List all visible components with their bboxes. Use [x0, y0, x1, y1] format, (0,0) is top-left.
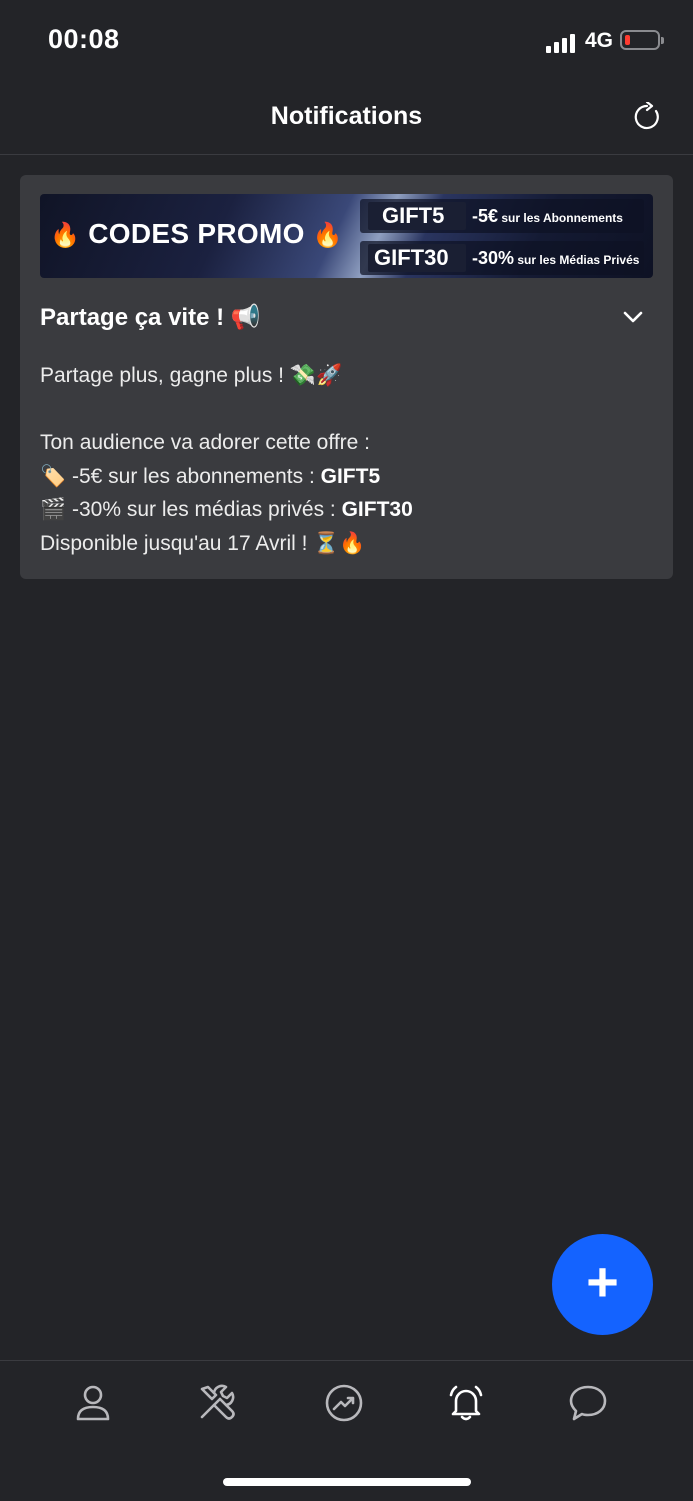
body-line: 🎬 -30% sur les médias privés : GIFT30 [40, 498, 413, 521]
promo-code: GIFT30 [374, 245, 449, 270]
promo-code-row: GIFT30 -30% sur les Médias Privés [360, 241, 644, 275]
promo-banner: 🔥 CODES PROMO 🔥 GIFT5 -5€ sur les Abonne… [40, 194, 653, 278]
add-button[interactable]: + [552, 1234, 653, 1335]
body-line: 🏷️ -5€ sur les abonnements : GIFT5 [40, 464, 381, 488]
notification-card[interactable]: 🔥 CODES PROMO 🔥 GIFT5 -5€ sur les Abonne… [20, 175, 673, 579]
promo-title: 🔥 CODES PROMO 🔥 [50, 218, 343, 250]
home-indicator[interactable] [223, 1478, 471, 1486]
notification-title: Partage ça vite ! 📢 [40, 304, 261, 331]
tools-icon[interactable] [196, 1383, 236, 1423]
chat-icon[interactable] [568, 1383, 608, 1423]
body-line: Ton audience va adorer cette offre : [40, 431, 370, 454]
refresh-icon[interactable] [632, 102, 662, 132]
battery-level [625, 35, 630, 45]
bell-icon[interactable] [446, 1383, 486, 1423]
promo-code: GIFT5 [382, 203, 445, 228]
promo-code-row: GIFT5 -5€ sur les Abonnements [360, 199, 644, 233]
nav-bar: Notifications [0, 84, 693, 155]
promo-title-text: CODES PROMO [88, 218, 305, 249]
body-blank [40, 393, 650, 427]
profile-icon[interactable] [73, 1383, 113, 1423]
page-title: Notifications [270, 102, 423, 130]
plus-icon: + [586, 1250, 619, 1313]
fire-icon: 🔥 [50, 222, 81, 249]
status-time: 00:08 [48, 24, 120, 54]
status-bar: 00:08 4G [0, 0, 693, 84]
signal-icon [546, 34, 575, 53]
body-line: Partage plus, gagne plus ! 💸🚀 [40, 364, 343, 387]
stats-icon[interactable] [324, 1383, 364, 1423]
body-line: Disponible jusqu'au 17 Avril ! ⏳🔥 [40, 531, 366, 555]
battery-icon [620, 30, 664, 50]
promo-code-desc: -5€ sur les Abonnements [472, 206, 623, 226]
promo-code-desc: -30% sur les Médias Privés [472, 248, 640, 268]
fire-icon: 🔥 [312, 222, 343, 249]
chevron-down-icon[interactable] [622, 309, 644, 325]
network-type: 4G [585, 29, 614, 52]
notification-body: Partage plus, gagne plus ! 💸🚀 Ton audien… [40, 359, 650, 560]
